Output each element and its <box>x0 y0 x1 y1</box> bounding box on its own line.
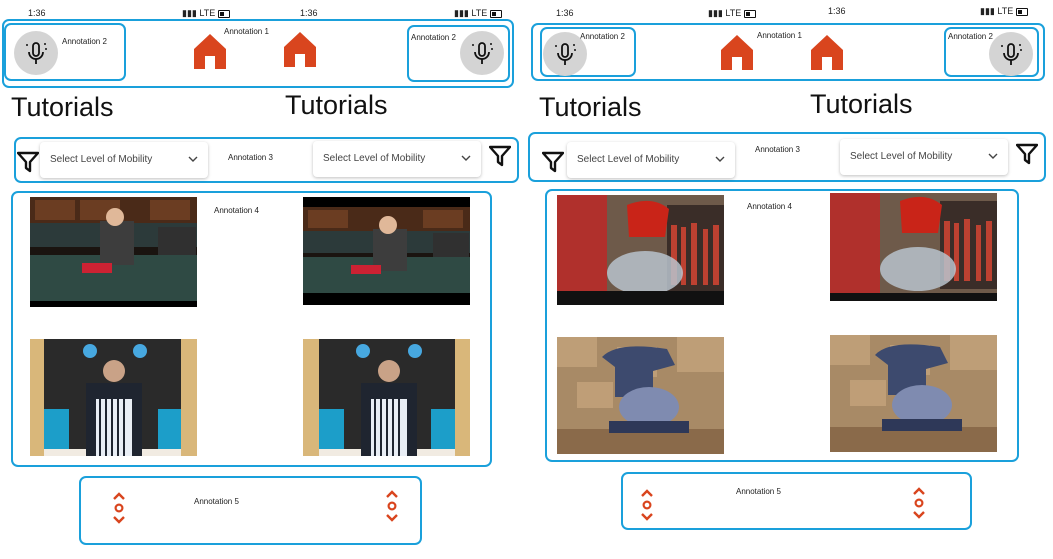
mobility-level-select[interactable]: Select Level of Mobility <box>40 142 208 178</box>
status-time: 1:36 <box>28 8 46 18</box>
scroll-up-down-icon[interactable] <box>385 490 399 522</box>
page-title: Tutorials <box>11 92 114 122</box>
annotation-5-label: Annotation 5 <box>736 487 781 496</box>
mic-icon <box>472 42 493 64</box>
voice-search-mic-button[interactable] <box>460 31 504 75</box>
home-icon[interactable] <box>810 34 844 70</box>
video-thumbnail[interactable] <box>830 335 997 452</box>
filter-funnel-icon[interactable] <box>489 145 511 167</box>
annotation-5-label: Annotation 5 <box>194 497 239 506</box>
scroll-up-down-icon[interactable] <box>112 492 126 524</box>
voice-search-mic-button[interactable] <box>989 32 1033 76</box>
chevron-down-icon <box>188 156 198 162</box>
page-title: Tutorials <box>810 89 913 119</box>
page-title: Tutorials <box>539 92 642 122</box>
select-placeholder: Select Level of Mobility <box>850 151 953 162</box>
filter-funnel-icon[interactable] <box>542 151 564 173</box>
annotation-2-label: Annotation 2 <box>62 37 107 46</box>
voice-search-mic-button[interactable] <box>543 32 587 76</box>
filter-funnel-icon[interactable] <box>17 151 39 173</box>
mobility-level-select[interactable]: Select Level of Mobility <box>840 139 1008 175</box>
status-time: 1:36 <box>556 8 574 18</box>
status-time: 1:36 <box>300 8 318 18</box>
home-icon[interactable] <box>283 31 317 67</box>
scroll-up-down-icon[interactable] <box>640 489 654 521</box>
filter-funnel-icon[interactable] <box>1016 143 1038 165</box>
video-thumbnail[interactable] <box>557 337 724 454</box>
status-signal: ▮▮▮ LTE <box>454 8 502 19</box>
annotation-3-label: Annotation 3 <box>755 145 800 154</box>
mic-icon <box>26 42 47 64</box>
status-signal: ▮▮▮ LTE <box>980 6 1028 17</box>
annotation-5-box <box>79 476 422 545</box>
page-title: Tutorials <box>285 90 388 120</box>
chevron-down-icon <box>715 156 725 162</box>
annotation-2-label: Annotation 2 <box>948 32 993 41</box>
mobility-level-select[interactable]: Select Level of Mobility <box>313 141 481 177</box>
home-icon[interactable] <box>193 33 227 69</box>
annotation-2-label: Annotation 2 <box>411 33 456 42</box>
video-thumbnail[interactable] <box>303 197 470 305</box>
chevron-down-icon <box>988 153 998 159</box>
status-signal: ▮▮▮ LTE <box>708 8 756 19</box>
home-icon[interactable] <box>720 34 754 70</box>
select-placeholder: Select Level of Mobility <box>577 154 680 165</box>
video-thumbnail[interactable] <box>303 339 470 456</box>
annotation-4-label: Annotation 4 <box>747 202 792 211</box>
select-placeholder: Select Level of Mobility <box>50 154 153 165</box>
mic-icon <box>555 43 576 65</box>
video-thumbnail[interactable] <box>30 197 197 307</box>
mobility-level-select[interactable]: Select Level of Mobility <box>567 142 735 178</box>
annotation-4-label: Annotation 4 <box>214 206 259 215</box>
status-time: 1:36 <box>828 6 846 16</box>
video-thumbnail[interactable] <box>557 195 724 305</box>
voice-search-mic-button[interactable] <box>14 31 58 75</box>
video-thumbnail[interactable] <box>30 339 197 456</box>
select-placeholder: Select Level of Mobility <box>323 153 426 164</box>
chevron-down-icon <box>461 155 471 161</box>
video-thumbnail[interactable] <box>830 193 997 301</box>
annotation-3-label: Annotation 3 <box>228 153 273 162</box>
status-signal: ▮▮▮ LTE <box>182 8 230 19</box>
scroll-up-down-icon[interactable] <box>912 487 926 519</box>
mic-icon <box>1001 43 1022 65</box>
annotation-1-label: Annotation 1 <box>224 27 269 36</box>
annotation-1-label: Annotation 1 <box>757 31 802 40</box>
